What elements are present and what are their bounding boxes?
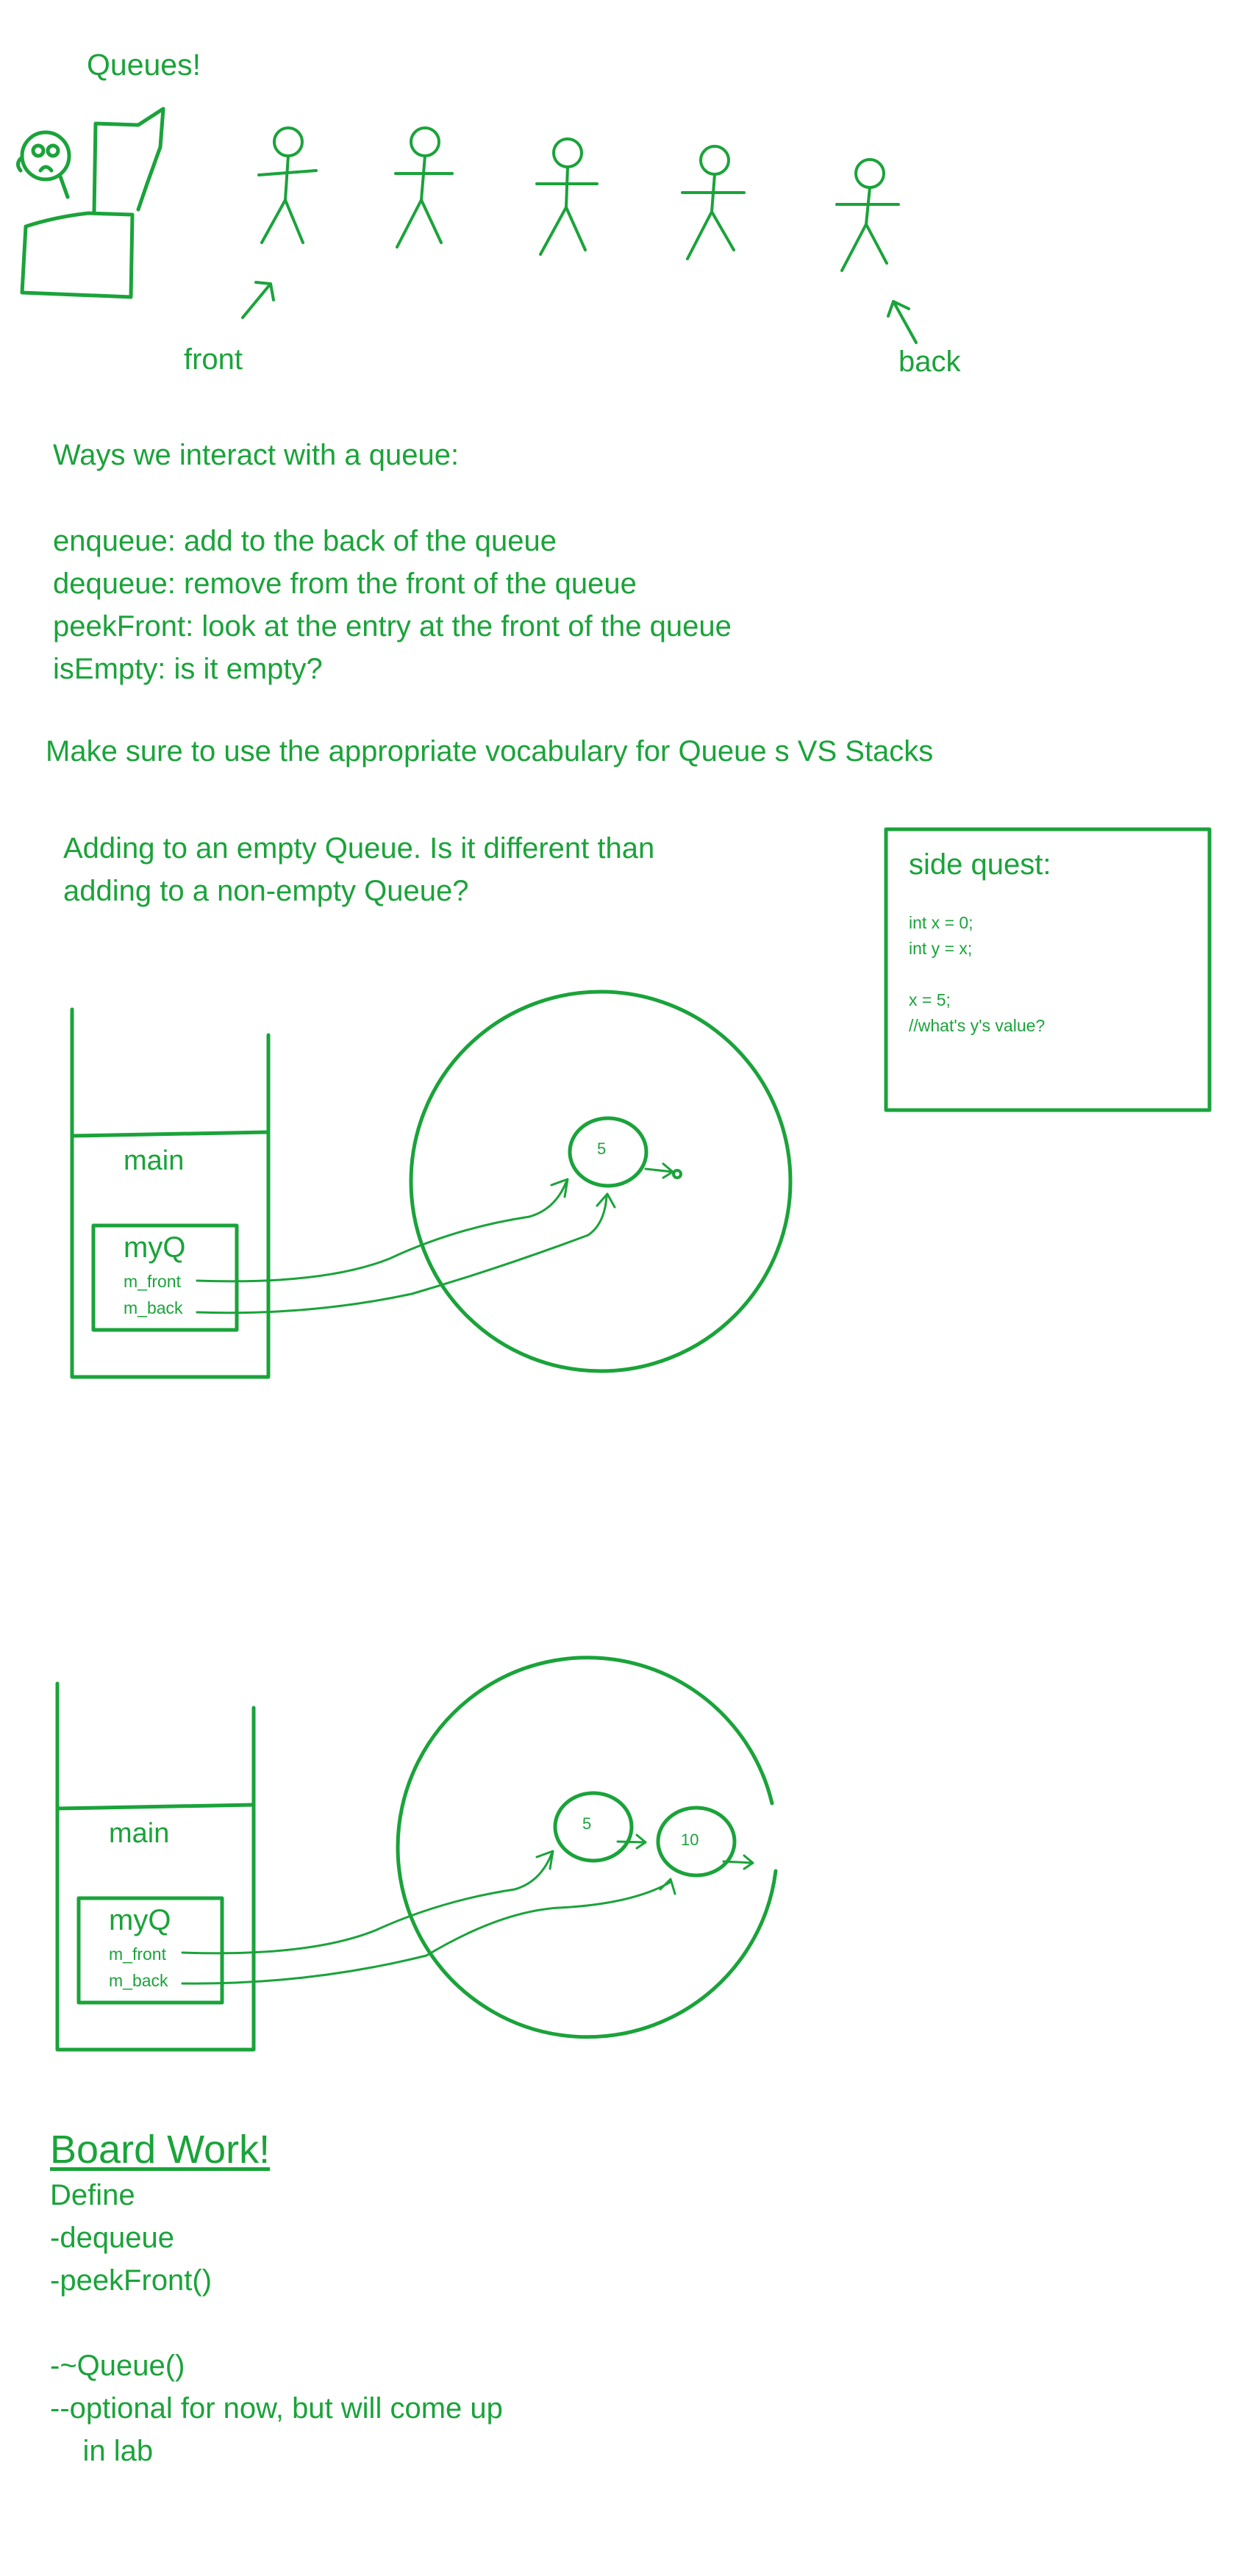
diagram1-field-back: m_back [124,1298,183,1317]
board-work-title: Board Work! [50,2128,271,2172]
diagram2-heap-circle [396,1656,778,2039]
interaction-isempty: isEmpty: is it empty? [53,653,323,685]
side-quest-line-4: x = 5; [909,990,951,1009]
diagram2-heap [396,1656,778,2039]
board-work-line-5: -~Queue() [50,2350,185,2382]
whiteboard-drawing [16,107,1212,2052]
side-quest-line-2: int y = x; [909,939,973,958]
sign-board [20,211,135,299]
diagram2-pointers [181,1833,754,1985]
stick-figure-3 [535,137,599,256]
stick-figure-5 [835,158,900,272]
diagram1-heap [409,990,793,1373]
board-work-line-2: -dequeue [50,2222,175,2254]
diagram2-frame-label: main [109,1818,170,1849]
diagram2-object-label: myQ [109,1904,171,1936]
diagram1-heap-circle [409,990,793,1373]
stick-figure-4 [681,145,746,260]
page-heading: Queues! [87,48,201,82]
front-arrow [241,281,275,319]
side-quest-line-5: //what's y's value? [909,1016,1046,1035]
diagram2-field-back: m_back [109,1971,168,1990]
diagram1-frame-label: main [124,1145,185,1176]
front-label: front [184,343,243,376]
side-quest-line-1: int x = 0; [909,913,973,932]
scared-head [20,130,71,182]
back-arrow [887,300,918,344]
board-work-line-1: Define [50,2179,135,2211]
stick-figure-2 [394,126,454,248]
interaction-enqueue: enqueue: add to the back of the queue [53,525,557,557]
scared-figure-with-sign [16,107,165,299]
side-quest-title: side quest: [909,848,1051,881]
board-work-line-6: --optional for now, but will come up [50,2392,503,2425]
diagram1-node-5-value: 5 [597,1139,607,1158]
diagram1-field-front: m_front [124,1272,181,1291]
diagram2-node-5 [553,1791,634,1863]
interaction-dequeue: dequeue: remove from the front of the qu… [53,568,637,600]
question-line-1: Adding to an empty Queue. Is it differen… [63,832,655,865]
diagram2-node-5-value: 5 [582,1814,592,1833]
diagram2-field-front: m_front [109,1944,166,1964]
sign-flag [92,107,165,215]
diagram1-object-label: myQ [124,1231,186,1264]
back-label: back [898,346,961,378]
diagram1-stack [70,1007,271,1379]
question-line-2: adding to a non-empty Queue? [63,875,469,907]
stick-figure-1 [257,126,318,244]
vocab-note: Make sure to use the appropriate vocabul… [46,735,934,768]
board-work-line-3: -peekFront() [50,2264,212,2297]
board-work-line-7: in lab [50,2435,154,2467]
diagram2-node-10-value: 10 [681,1831,699,1849]
diagram2-stack [55,1681,256,2052]
diagram1-node-5 [568,1116,648,1188]
interaction-peekfront: peekFront: look at the entry at the fron… [53,610,732,643]
interactions-title: Ways we interact with a queue: [53,439,460,471]
